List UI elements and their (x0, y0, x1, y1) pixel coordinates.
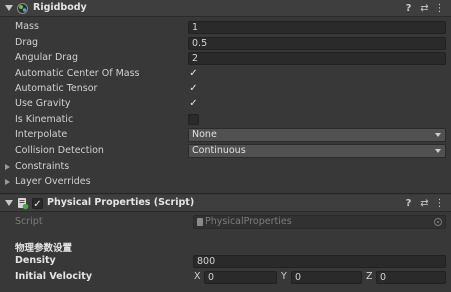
velocity-x-field[interactable]: 0 (204, 271, 277, 284)
collision-label: Collision Detection (15, 145, 104, 156)
velocity-x-label[interactable]: X (194, 271, 201, 282)
interpolate-dropdown[interactable]: None (188, 128, 446, 142)
rigidbody-foldout-icon[interactable] (5, 5, 13, 11)
density-row: Density 800 (0, 254, 451, 269)
script-file-icon (197, 218, 203, 226)
mass-field[interactable]: 1 (188, 21, 446, 34)
section-header: 物理参数设置 (15, 243, 73, 254)
auto-center-label: Automatic Center Of Mass (15, 68, 140, 79)
drag-row: Drag 0.5 (0, 36, 451, 51)
component-menu-icon[interactable]: ⋮ (434, 2, 445, 14)
script-row: Script PhysicalProperties (0, 215, 451, 230)
section-header-row: 物理参数设置 (0, 239, 451, 254)
density-field[interactable]: 800 (193, 255, 446, 268)
interpolate-label: Interpolate (15, 129, 68, 140)
help-icon[interactable]: ? (403, 197, 414, 209)
auto-center-row: Automatic Center Of Mass ✓ (0, 67, 451, 82)
component-divider (0, 193, 451, 194)
is-kinematic-label: Is Kinematic (15, 114, 74, 125)
help-icon[interactable]: ? (403, 2, 414, 14)
is-kinematic-row: Is Kinematic (0, 113, 451, 128)
drag-label: Drag (15, 37, 39, 48)
collision-row: Collision Detection Continuous (0, 144, 451, 159)
interpolate-row: Interpolate None (0, 128, 451, 143)
angular-drag-field[interactable]: 2 (188, 52, 446, 65)
use-gravity-row: Use Gravity ✓ (0, 97, 451, 112)
auto-tensor-label: Automatic Tensor (15, 83, 98, 94)
is-kinematic-checkbox[interactable] (188, 114, 199, 125)
velocity-y-field[interactable]: 0 (291, 271, 362, 284)
script-object-field[interactable]: PhysicalProperties (193, 215, 446, 229)
angular-drag-row: Angular Drag 2 (0, 51, 451, 66)
rigidbody-component-icon (17, 3, 28, 14)
collision-dropdown[interactable]: Continuous (188, 144, 446, 158)
layer-overrides-expand-icon[interactable] (5, 179, 10, 185)
script-label: Script (15, 216, 43, 227)
velocity-z-field[interactable]: 0 (376, 271, 446, 284)
mass-label: Mass (15, 21, 39, 32)
rigidbody-title: Rigidbody (33, 2, 87, 13)
use-gravity-checkbox[interactable]: ✓ (188, 98, 199, 109)
physical-properties-foldout-icon[interactable] (5, 200, 13, 206)
collision-value: Continuous (192, 145, 246, 156)
velocity-z-label[interactable]: Z (366, 271, 373, 282)
drag-field[interactable]: 0.5 (188, 37, 446, 50)
interpolate-value: None (192, 129, 217, 140)
velocity-y-label[interactable]: Y (281, 271, 287, 282)
constraints-label[interactable]: Constraints (15, 161, 69, 172)
layer-overrides-label[interactable]: Layer Overrides (15, 176, 91, 187)
constraints-expand-icon[interactable] (5, 164, 10, 170)
mass-row: Mass 1 (0, 20, 451, 35)
enabled-checkbox[interactable]: ✓ (32, 198, 43, 210)
dropdown-arrow-icon (435, 133, 441, 137)
density-label: Density (15, 255, 56, 266)
angular-drag-label: Angular Drag (15, 52, 79, 63)
presets-icon[interactable]: ⇄ (419, 2, 430, 14)
use-gravity-label: Use Gravity (15, 98, 71, 109)
script-component-icon (18, 198, 29, 210)
object-picker-icon[interactable] (434, 218, 442, 226)
physical-properties-header[interactable]: ✓ Physical Properties (Script) ? ⇄ ⋮ (0, 195, 451, 212)
layer-overrides-foldout[interactable]: Layer Overrides (0, 175, 451, 190)
initial-velocity-label: Initial Velocity (15, 271, 93, 282)
auto-center-checkbox[interactable]: ✓ (188, 68, 199, 79)
dropdown-arrow-icon (435, 149, 441, 153)
initial-velocity-row: Initial Velocity X 0 Y 0 Z 0 (0, 270, 451, 285)
presets-icon[interactable]: ⇄ (419, 197, 430, 209)
physical-properties-title: Physical Properties (Script) (47, 197, 195, 208)
auto-tensor-checkbox[interactable]: ✓ (188, 83, 199, 94)
constraints-foldout[interactable]: Constraints (0, 160, 451, 175)
rigidbody-header[interactable]: Rigidbody ? ⇄ ⋮ (0, 0, 451, 17)
auto-tensor-row: Automatic Tensor ✓ (0, 82, 451, 97)
component-menu-icon[interactable]: ⋮ (434, 197, 445, 209)
script-value: PhysicalProperties (205, 216, 292, 227)
